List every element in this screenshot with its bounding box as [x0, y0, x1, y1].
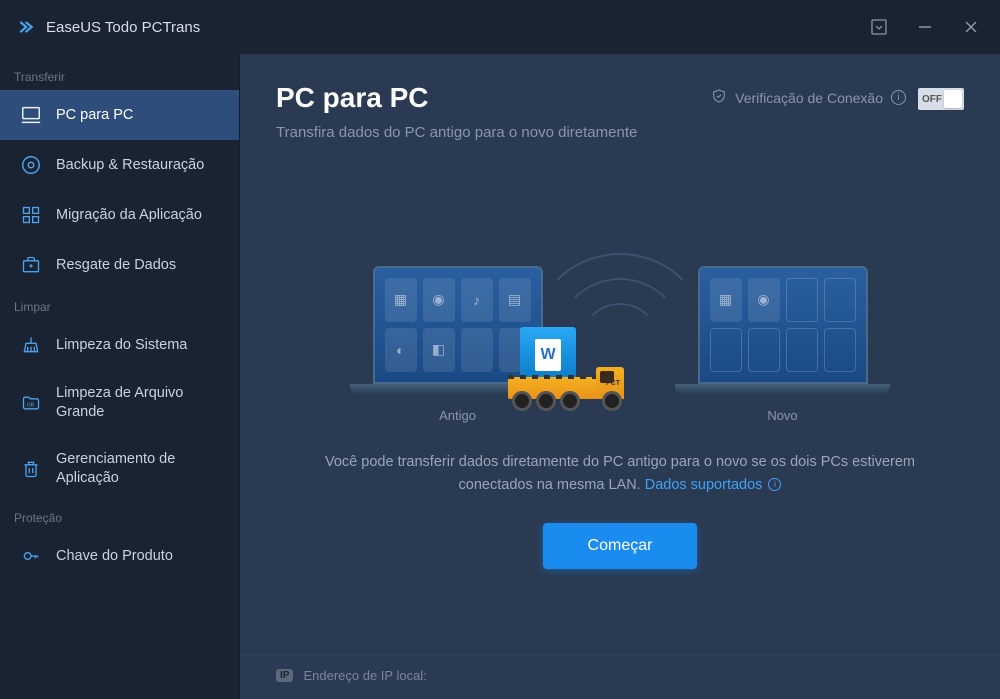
new-laptop-icon: ▦◉ Novo: [675, 266, 890, 423]
monitor-icon: [20, 104, 42, 126]
section-label-protection: Proteção: [0, 501, 239, 531]
sidebar-item-label: Chave do Produto: [56, 547, 219, 566]
toggle-state: OFF: [922, 94, 942, 105]
app-title: EaseUS Todo PCTrans: [46, 19, 200, 36]
sidebar-item-pc-to-pc[interactable]: PC para PC: [0, 90, 239, 140]
trash-icon: [20, 458, 42, 480]
sidebar-item-label: Limpeza de Arquivo Grande: [56, 384, 219, 422]
close-icon[interactable]: [962, 18, 980, 36]
new-laptop-label: Novo: [675, 408, 890, 423]
page-title: PC para PC: [276, 82, 691, 114]
sidebar-item-backup-restore[interactable]: Backup & Restauração: [0, 140, 239, 190]
page-subtitle: Transfira dados do PC antigo para o novo…: [276, 122, 656, 145]
folder-gb-icon: GB: [20, 392, 42, 414]
logo-icon: [20, 18, 38, 36]
minimize-icon[interactable]: [916, 18, 934, 36]
sidebar-item-label: Resgate de Dados: [56, 256, 219, 275]
sidebar-item-label: Migração da Aplicação: [56, 206, 219, 225]
shield-check-icon: [711, 88, 727, 107]
backup-icon: [20, 154, 42, 176]
briefcase-icon: [20, 254, 42, 276]
illustration-area: ▦◉♪▤ ◐◧ Antigo ▦◉ Novo W: [240, 159, 1000, 656]
main-header: PC para PC Transfira dados do PC antigo …: [240, 54, 1000, 159]
sidebar-item-system-cleanup[interactable]: Limpeza do Sistema: [0, 320, 239, 370]
sidebar-item-label: PC para PC: [56, 106, 219, 125]
truck-label: PCT: [606, 380, 620, 387]
info-icon[interactable]: i: [891, 90, 906, 105]
titlebar: EaseUS Todo PCTrans: [0, 0, 1000, 54]
section-label-transfer: Transferir: [0, 60, 239, 90]
apps-icon: [20, 204, 42, 226]
sidebar-item-app-management[interactable]: Gerenciamento de Aplicação: [0, 436, 239, 502]
cargo-letter: W: [535, 339, 561, 371]
sidebar-item-data-rescue[interactable]: Resgate de Dados: [0, 240, 239, 290]
sidebar-item-product-key[interactable]: Chave do Produto: [0, 531, 239, 581]
verify-label: Verificação de Conexão: [735, 90, 883, 106]
key-icon: [20, 545, 42, 567]
description-text: Você pode transferir dados diretamente d…: [300, 451, 940, 497]
broom-icon: [20, 334, 42, 356]
window-controls: [870, 18, 980, 36]
ip-label: Endereço de IP local:: [303, 668, 426, 683]
sidebar-item-label: Backup & Restauração: [56, 156, 219, 175]
footer: IP Endereço de IP local:: [240, 655, 1000, 699]
supported-data-link[interactable]: Dados suportados i: [645, 477, 782, 493]
connection-verify-block: Verificação de Conexão i OFF: [711, 82, 964, 145]
truck-icon: W PCT: [500, 325, 630, 415]
verify-toggle[interactable]: OFF: [918, 88, 964, 110]
svg-text:GB: GB: [27, 402, 35, 408]
main-panel: PC para PC Transfira dados do PC antigo …: [240, 54, 1000, 699]
desc-part1: Você pode transferir dados diretamente d…: [325, 454, 915, 493]
sidebar-item-large-file-cleanup[interactable]: GB Limpeza de Arquivo Grande: [0, 370, 239, 436]
section-label-clean: Limpar: [0, 290, 239, 320]
sidebar-item-app-migration[interactable]: Migração da Aplicação: [0, 190, 239, 240]
ip-badge: IP: [276, 669, 293, 682]
sidebar-item-label: Gerenciamento de Aplicação: [56, 450, 219, 488]
sidebar-item-label: Limpeza do Sistema: [56, 336, 219, 355]
dropdown-icon[interactable]: [870, 18, 888, 36]
start-button[interactable]: Começar: [543, 523, 697, 569]
sidebar: Transferir PC para PC Backup & Restauraç…: [0, 54, 240, 699]
app-logo: EaseUS Todo PCTrans: [20, 18, 200, 36]
